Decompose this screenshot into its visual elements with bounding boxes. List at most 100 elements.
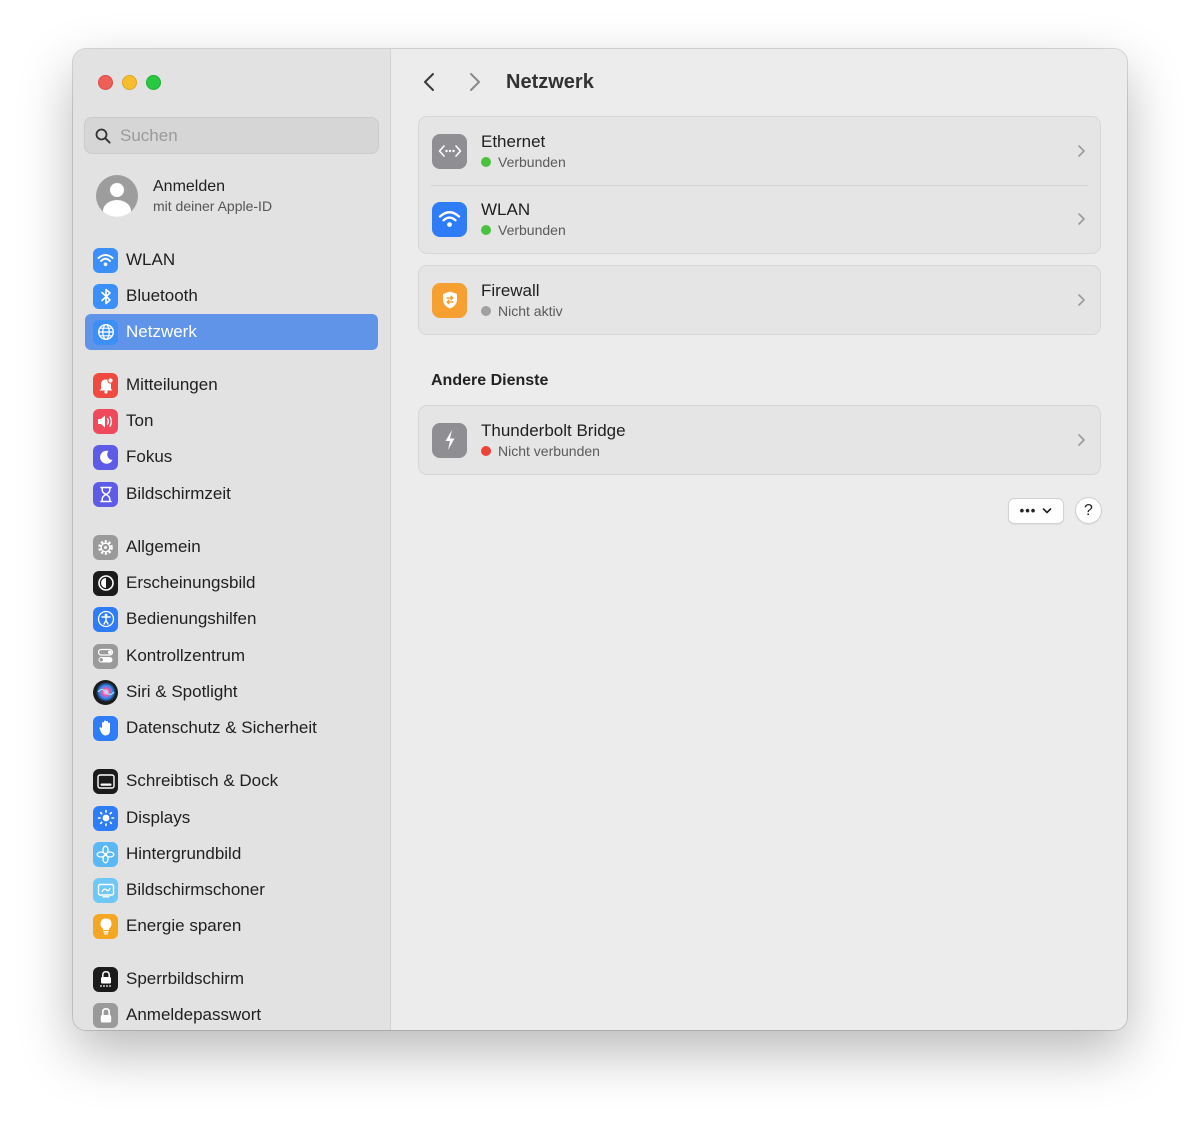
sidebar-item-siri-spotlight[interactable]: Siri & Spotlight <box>85 674 378 710</box>
speaker-icon <box>93 408 118 434</box>
other-services-card: Thunderbolt Bridge Nicht verbunden <box>418 405 1101 475</box>
firewall-icon <box>432 282 467 318</box>
lock-screen-icon <box>93 966 118 992</box>
sidebar-item-displays[interactable]: Displays <box>85 800 378 836</box>
service-status: Verbunden <box>481 153 566 172</box>
appearance-icon <box>93 570 118 596</box>
sidebar-item-mitteilungen[interactable]: Mitteilungen <box>85 367 378 403</box>
firewall-card: Firewall Nicht aktiv <box>418 265 1101 335</box>
gear-icon <box>93 534 118 560</box>
sidebar-item-anmeldepasswort[interactable]: Anmeldepasswort <box>85 997 378 1030</box>
sidebar: Anmelden mit deiner Apple-ID WLAN Blueto… <box>73 49 391 1030</box>
bluetooth-icon <box>93 283 118 309</box>
search-field[interactable] <box>84 117 379 154</box>
avatar <box>96 175 138 217</box>
account-title: Anmelden <box>153 178 226 195</box>
accessibility-icon <box>93 606 118 632</box>
search-icon <box>95 128 111 144</box>
siri-icon <box>93 679 118 705</box>
sidebar-item-label: Allgemein <box>126 537 201 556</box>
sidebar-item-sperrbildschirm[interactable]: Sperrbildschirm <box>85 961 378 997</box>
sidebar-item-label: Bildschirmzeit <box>126 484 231 503</box>
bulb-icon <box>93 913 118 939</box>
sidebar-item-label: Bildschirmschoner <box>126 880 265 899</box>
globe-icon <box>93 319 118 345</box>
dock-icon <box>93 768 118 794</box>
sidebar-item-bildschirmschoner[interactable]: Bildschirmschoner <box>85 872 378 908</box>
status-dot-red <box>481 446 491 456</box>
sidebar-item-fokus[interactable]: Fokus <box>85 439 378 475</box>
sidebar-item-ton[interactable]: Ton <box>85 403 378 439</box>
service-title: Thunderbolt Bridge <box>481 420 626 440</box>
sidebar-item-label: Datenschutz & Sicherheit <box>126 718 317 737</box>
flower-icon <box>93 841 118 867</box>
sidebar-item-label: Bedienungshilfen <box>126 609 257 628</box>
chevron-right-icon <box>470 73 480 91</box>
settings-window: Anmelden mit deiner Apple-ID WLAN Blueto… <box>73 49 1127 1030</box>
sidebar-item-label: Ton <box>126 411 154 430</box>
help-button[interactable]: ? <box>1075 497 1102 524</box>
sidebar-item-bedienungshilfen[interactable]: Bedienungshilfen <box>85 601 378 637</box>
bell-icon <box>93 372 118 398</box>
sidebar-item-allgemein[interactable]: Allgemein <box>85 529 378 565</box>
sidebar-item-bluetooth[interactable]: Bluetooth <box>85 278 378 314</box>
back-button[interactable] <box>417 69 441 95</box>
chevron-right-icon <box>1078 145 1085 157</box>
service-title: Firewall <box>481 280 540 300</box>
sun-icon <box>93 805 118 831</box>
sidebar-item-bildschirmzeit[interactable]: Bildschirmzeit <box>85 476 378 512</box>
sidebar-item-label: Siri & Spotlight <box>126 682 238 701</box>
lock-icon <box>93 1002 118 1028</box>
thunderbolt-icon <box>432 422 467 458</box>
sidebar-item-label: Erscheinungsbild <box>126 573 256 592</box>
hand-icon <box>93 715 118 741</box>
sidebar-item-energie-sparen[interactable]: Energie sparen <box>85 908 378 944</box>
toggles-icon <box>93 643 118 669</box>
service-row-firewall[interactable]: Firewall Nicht aktiv <box>419 266 1100 334</box>
sidebar-item-hintergrundbild[interactable]: Hintergrundbild <box>85 836 378 872</box>
window-controls <box>98 75 161 90</box>
service-status: Verbunden <box>481 221 566 240</box>
search-input[interactable] <box>120 125 360 146</box>
screensaver-icon <box>93 877 118 903</box>
apple-id-signin[interactable]: Anmelden mit deiner Apple-ID <box>96 175 272 217</box>
page-title: Netzwerk <box>506 71 594 93</box>
sidebar-item-schreibtisch-dock[interactable]: Schreibtisch & Dock <box>85 763 378 799</box>
service-row-wlan[interactable]: WLAN Verbunden <box>419 185 1100 253</box>
sidebar-item-label: Netzwerk <box>126 322 197 341</box>
status-text: Verbunden <box>498 153 566 170</box>
status-dot-green <box>481 225 491 235</box>
zoom-button[interactable] <box>146 75 161 90</box>
account-subtitle: mit deiner Apple-ID <box>153 198 273 214</box>
chevron-right-icon <box>1078 434 1085 446</box>
chevron-left-icon <box>424 73 434 91</box>
more-actions-button[interactable]: ••• <box>1008 498 1064 524</box>
network-services-card: Ethernet Verbunden WLAN Verbunden <box>418 116 1101 254</box>
sidebar-item-kontrollzentrum[interactable]: Kontrollzentrum <box>85 638 378 674</box>
sidebar-item-label: Sperrbildschirm <box>126 969 245 988</box>
service-status: Nicht verbunden <box>481 442 626 461</box>
sidebar-item-label: Schreibtisch & Dock <box>126 771 279 790</box>
sidebar-item-netzwerk[interactable]: Netzwerk <box>85 314 378 350</box>
status-text: Nicht verbunden <box>498 442 600 459</box>
sidebar-item-label: Kontrollzentrum <box>126 646 246 665</box>
service-row-ethernet[interactable]: Ethernet Verbunden <box>419 117 1100 185</box>
sidebar-item-label: Mitteilungen <box>126 375 218 394</box>
sidebar-item-label: Displays <box>126 808 191 827</box>
chevron-right-icon <box>1078 213 1085 225</box>
sidebar-item-datenschutz[interactable]: Datenschutz & Sicherheit <box>85 710 378 746</box>
close-button[interactable] <box>98 75 113 90</box>
status-text: Nicht aktiv <box>498 302 563 319</box>
sidebar-item-erscheinungsbild[interactable]: Erscheinungsbild <box>85 565 378 601</box>
minimize-button[interactable] <box>122 75 137 90</box>
status-dot-green <box>481 157 491 167</box>
service-row-thunderbolt-bridge[interactable]: Thunderbolt Bridge Nicht verbunden <box>419 406 1100 474</box>
main-content: Netzwerk Ethernet Verbunden WLAN Verbund… <box>392 49 1127 1030</box>
wifi-icon <box>432 201 467 237</box>
forward-button[interactable] <box>463 69 487 95</box>
hourglass-icon <box>93 481 118 507</box>
chevron-down-icon <box>1043 508 1052 514</box>
sidebar-item-label: Hintergrundbild <box>126 844 242 863</box>
more-icon: ••• <box>1019 503 1037 518</box>
sidebar-item-wlan[interactable]: WLAN <box>85 242 378 278</box>
